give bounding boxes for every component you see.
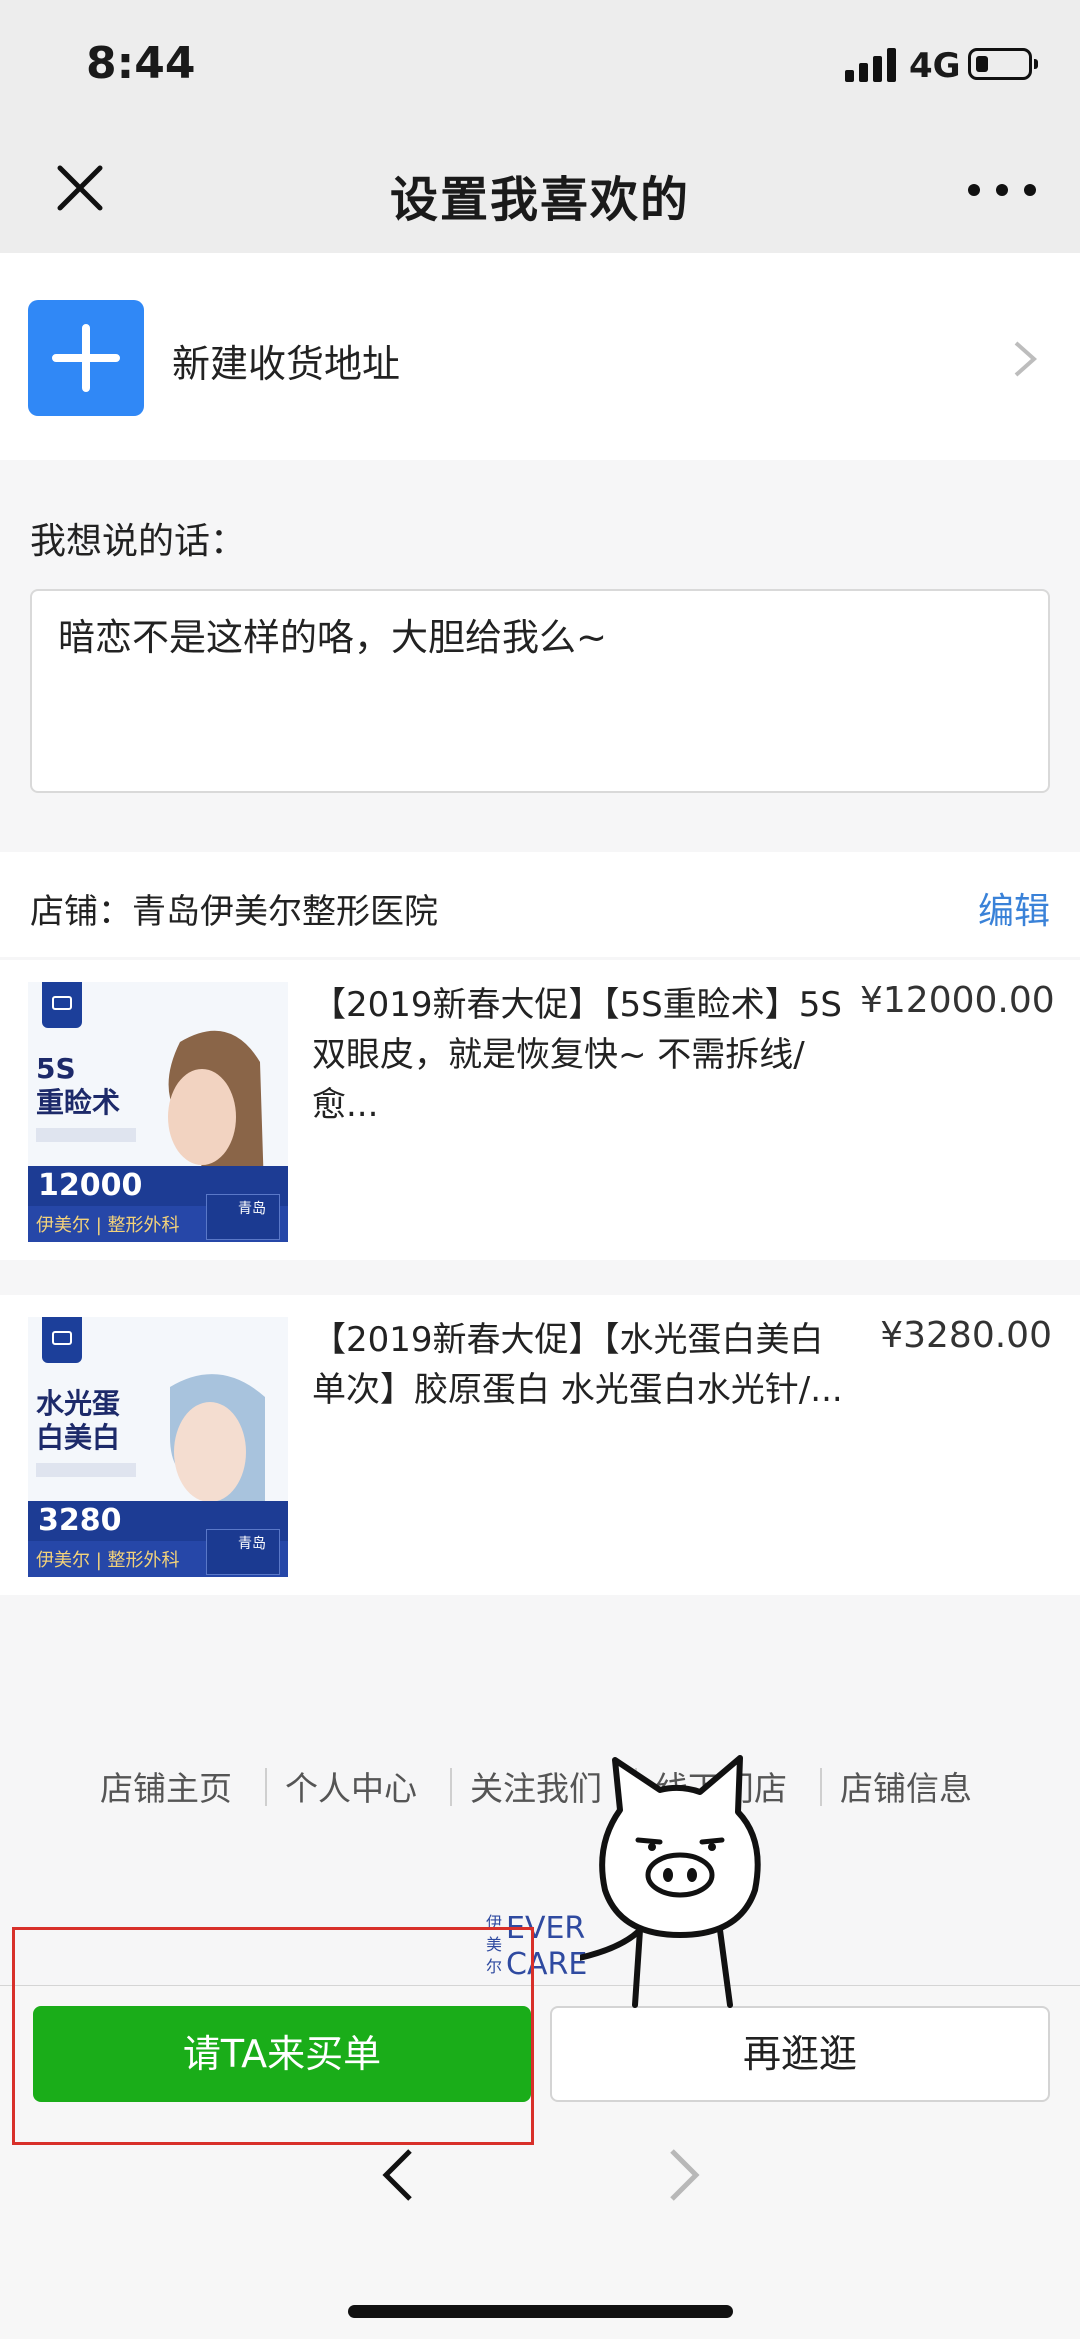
product-thumbnail: 水光蛋 白美白 3280 伊美尔 | 整形外科 青岛 (28, 1317, 288, 1577)
product-title: 【2019新春大促】【水光蛋白美白单次】胶原蛋白 水光蛋白水光针/... (312, 1320, 843, 1410)
message-input[interactable]: 暗恋不是这样的咯，大胆给我么~ (30, 589, 1050, 793)
thumb-brand: 伊美尔 | 整形外科 (36, 1215, 180, 1236)
thumb-city: 青岛 (238, 1201, 266, 1217)
network-type: 4G (909, 46, 961, 86)
thumb-line2: 白美白 (36, 1421, 121, 1454)
home-indicator (348, 2305, 733, 2318)
product-item[interactable]: 水光蛋 白美白 3280 伊美尔 | 整形外科 青岛 【2019新春大促】【水光蛋… (0, 1295, 1080, 1595)
product-price: ¥12000.00 (860, 980, 1055, 1021)
thumb-subtitle-bar (36, 1128, 136, 1142)
more-icon[interactable] (962, 170, 1042, 210)
footer-links: 店铺主页 个人中心 关注我们 线下门店 店铺信息 (0, 1762, 1080, 1812)
thumb-brand: 伊美尔 | 整形外科 (36, 1550, 180, 1571)
battery-icon (968, 48, 1038, 80)
product-title: 【2019新春大促】【5S重睑术】5S双眼皮，就是恢复快~ 不需拆线/愈... (312, 985, 842, 1125)
new-address-label: 新建收货地址 (172, 342, 401, 386)
store-row: 店铺：青岛伊美尔整形医院 编辑 (0, 852, 1080, 957)
new-address-row[interactable]: 新建收货地址 (0, 253, 1080, 460)
edit-link[interactable]: 编辑 (978, 882, 1050, 934)
thumb-line1: 5S (36, 1052, 76, 1085)
pig-sticker-icon (567, 1750, 780, 2010)
footer-link-profile[interactable]: 个人中心 (285, 1762, 417, 1810)
highlight-box (12, 1927, 534, 2145)
footer-separator (820, 1768, 822, 1806)
brand-logo-icon (42, 1317, 82, 1363)
message-text: 暗恋不是这样的咯，大胆给我么~ (58, 616, 608, 659)
product-price: ¥3280.00 (880, 1315, 1052, 1356)
thumb-subtitle-bar (36, 1463, 136, 1477)
plus-icon (28, 300, 144, 416)
product-thumbnail: 5S 重睑术 12000 伊美尔 | 整形外科 青岛 (28, 982, 288, 1242)
product-item[interactable]: 5S 重睑术 12000 伊美尔 | 整形外科 青岛 【2019新春大促】【5S重… (0, 960, 1080, 1260)
thumb-price: 12000 (38, 1168, 143, 1203)
browser-nav-bar (0, 2120, 1080, 2339)
forward-arrow-icon[interactable] (664, 2145, 704, 2205)
browse-more-button[interactable]: 再逛逛 (550, 2006, 1050, 2102)
store-name: 店铺：青岛伊美尔整形医院 (30, 892, 438, 932)
footer-link-store-home[interactable]: 店铺主页 (100, 1762, 232, 1810)
page-title: 设置我喜欢的 (389, 172, 690, 228)
signal-icon (845, 48, 897, 82)
message-title: 我想说的话： (30, 521, 247, 562)
footer-separator (265, 1768, 267, 1806)
back-arrow-icon[interactable] (378, 2145, 418, 2205)
top-bar: 8:44 4G 设置我喜欢的 (0, 0, 1080, 253)
thumb-price: 3280 (38, 1503, 122, 1538)
status-time: 8:44 (86, 38, 196, 89)
thumb-line2: 重睑术 (36, 1086, 121, 1119)
chevron-right-icon (1010, 337, 1040, 381)
footer-link-store-info[interactable]: 店铺信息 (840, 1762, 972, 1810)
brand-logo-icon (42, 982, 82, 1028)
thumb-city: 青岛 (238, 1536, 266, 1552)
thumb-line1: 水光蛋 (36, 1387, 121, 1420)
footer-separator (450, 1768, 452, 1806)
